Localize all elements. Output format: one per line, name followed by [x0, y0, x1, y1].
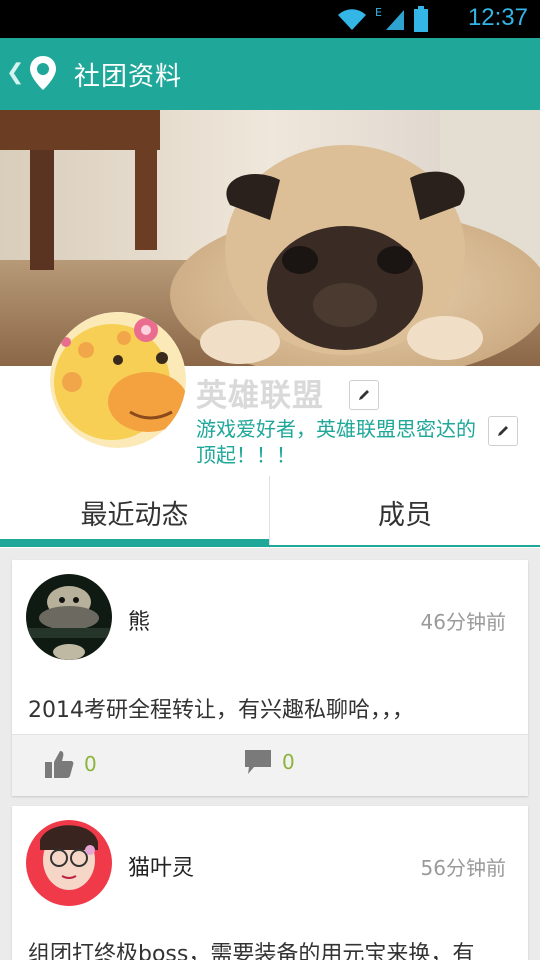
post-username[interactable]: 熊	[128, 604, 150, 636]
back-chevron-icon[interactable]: ❮	[6, 60, 24, 85]
like-count: 0	[84, 752, 97, 776]
club-description: 游戏爱好者，英雄联盟思密达的顶起！！！	[196, 417, 476, 467]
post-card[interactable]: 熊 46分钟前 2014考研全程转让，有兴趣私聊哈，，， 0 0	[12, 560, 528, 796]
user-avatar[interactable]	[26, 574, 112, 660]
page: E 12:37 ❮ 社团资料 英雄联盟 游戏爱好者，英雄联盟思密达的顶起！！！ …	[0, 0, 540, 960]
pencil-icon	[498, 426, 508, 436]
tab-baseline	[269, 545, 540, 547]
club-avatar[interactable]	[50, 312, 186, 448]
comment-icon	[245, 750, 271, 774]
post-card[interactable]: 猫叶灵 56分钟前 组团打终极boss，需要装备的用元宝来换，有	[12, 806, 528, 960]
post-actions: 0 0	[12, 734, 528, 796]
post-username[interactable]: 猫叶灵	[128, 850, 194, 882]
giraffe-avatar-image	[50, 312, 186, 448]
activity-feed[interactable]: 熊 46分钟前 2014考研全程转让，有兴趣私聊哈，，， 0 0 猫叶灵 56分…	[0, 548, 540, 960]
bear-avatar-image	[26, 574, 112, 660]
post-text: 2014考研全程转让，有兴趣私聊哈，，，	[28, 698, 414, 723]
thumbs-up-icon	[45, 751, 74, 778]
post-time: 46分钟前	[420, 610, 506, 634]
battery-icon	[414, 6, 428, 32]
edit-name-button[interactable]	[349, 380, 379, 410]
user-avatar[interactable]	[26, 820, 112, 906]
post-time: 56分钟前	[420, 856, 506, 880]
like-button[interactable]: 0	[44, 749, 97, 779]
tab-bar: 最近动态 成员	[0, 476, 540, 548]
tab-members[interactable]: 成员	[270, 476, 540, 548]
action-bar: ❮ 社团资料	[0, 38, 540, 110]
pencil-icon	[359, 390, 369, 400]
active-tab-indicator	[0, 539, 269, 547]
club-name: 英雄联盟	[196, 378, 324, 414]
comment-count: 0	[282, 750, 295, 774]
location-pin-icon[interactable]	[28, 54, 58, 94]
girl-avatar-image	[26, 820, 112, 906]
page-title: 社团资料	[74, 62, 183, 92]
tab-recent-activity[interactable]: 最近动态	[0, 476, 269, 548]
post-text: 组团打终极boss，需要装备的用元宝来换，有	[28, 942, 475, 960]
status-icons: E	[337, 6, 428, 32]
status-time: 12:37	[467, 4, 528, 31]
wifi-icon	[338, 9, 367, 31]
signal-icon	[386, 10, 404, 30]
status-bar: E 12:37	[0, 0, 540, 38]
edit-description-button[interactable]	[488, 416, 518, 446]
comment-button[interactable]: 0	[244, 749, 295, 775]
network-type-label: E	[375, 6, 382, 19]
